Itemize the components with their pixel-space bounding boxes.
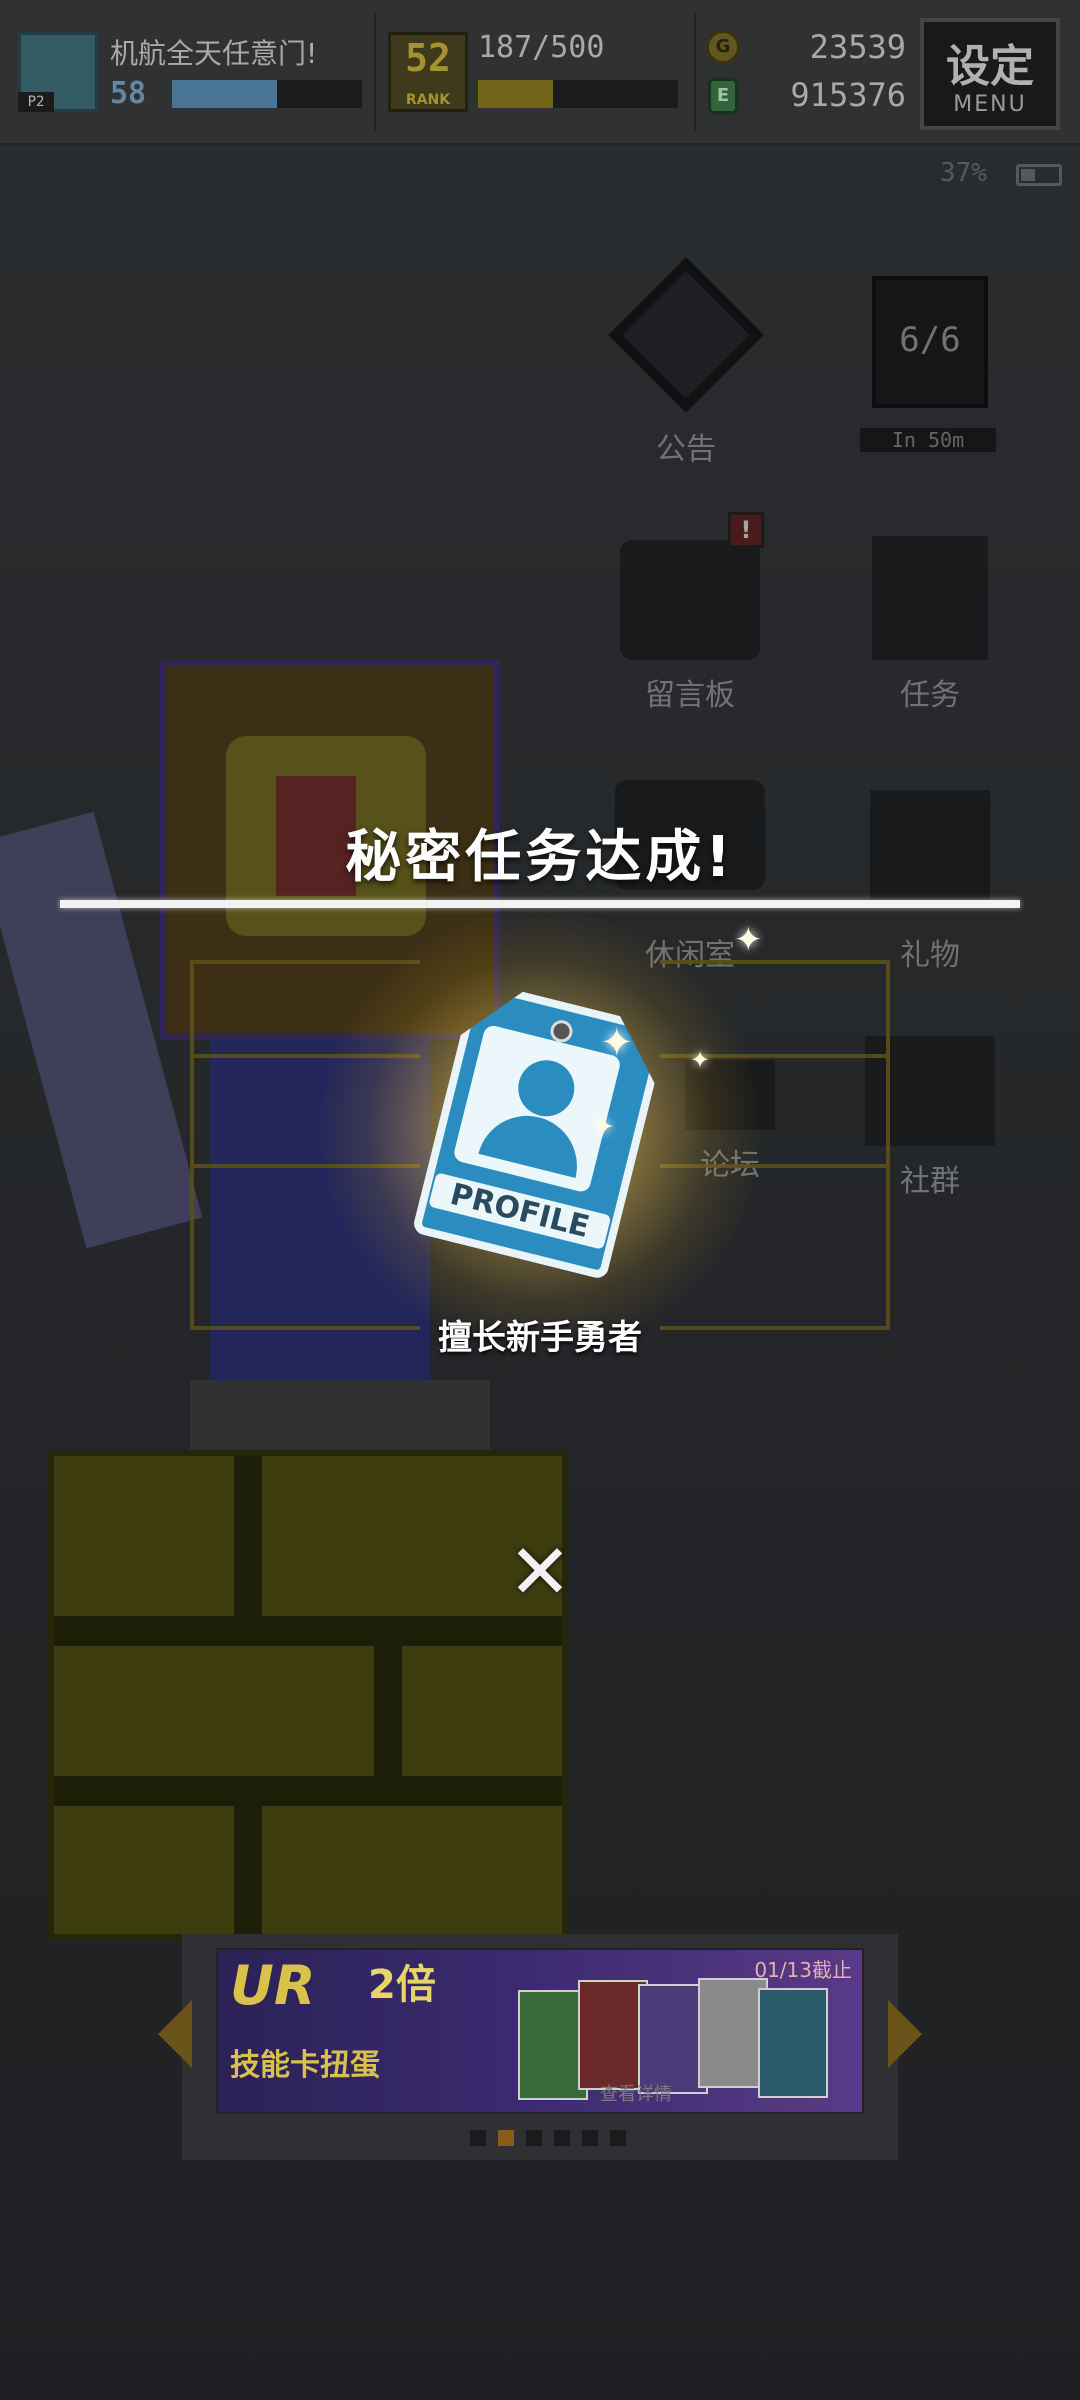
popup-title: 秘密任务达成! (345, 825, 735, 890)
carousel-dot[interactable] (526, 2130, 542, 2146)
banner-prev-arrow[interactable] (158, 2000, 192, 2068)
banner-next-arrow[interactable] (888, 2000, 922, 2068)
event-banner-carousel: UR 2倍 技能卡扭蛋 01/13截止 (182, 1934, 898, 2160)
banner-ur-text: UR (230, 1954, 316, 2017)
event-banner[interactable]: UR 2倍 技能卡扭蛋 01/13截止 (216, 1948, 864, 2114)
achievement-name: 擅长新手勇者 (438, 1318, 642, 1358)
popup-divider (60, 900, 1020, 908)
banner-details-link[interactable]: 查看详情 (600, 2080, 672, 2106)
sparkle-icon: ✦ (690, 1046, 711, 1074)
banner-subtitle: 技能卡扭蛋 (230, 2048, 380, 2083)
carousel-dot[interactable] (554, 2130, 570, 2146)
carousel-dot[interactable] (610, 2130, 626, 2146)
carousel-dots (470, 2130, 626, 2146)
sparkle-icon: ✦ (590, 1110, 616, 1145)
carousel-dot[interactable] (582, 2130, 598, 2146)
banner-card-art (518, 1970, 848, 2110)
banner-multiplier: 2倍 (368, 1962, 436, 2008)
carousel-dot[interactable] (498, 2130, 514, 2146)
sparkle-icon: ✦ (600, 1020, 634, 1066)
sparkle-icon: ✦ (734, 920, 763, 960)
carousel-dot[interactable] (470, 2130, 486, 2146)
close-popup-button[interactable]: ✕ (502, 1534, 578, 1610)
